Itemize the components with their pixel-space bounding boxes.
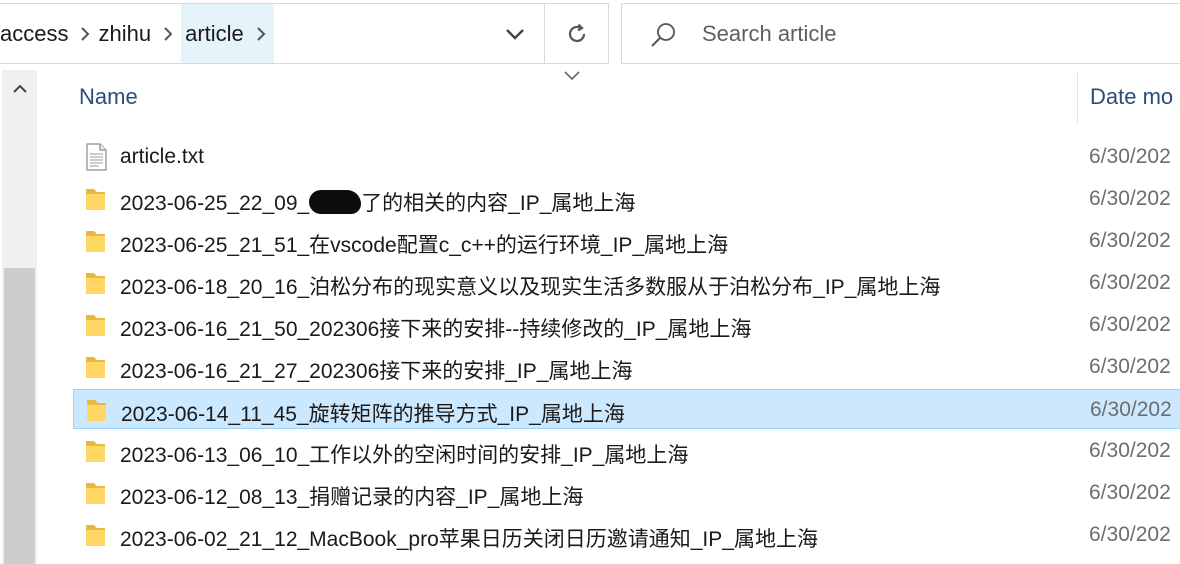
file-name: article.txt xyxy=(120,145,205,168)
search-input[interactable] xyxy=(702,16,1102,52)
file-date: 6/30/202 xyxy=(1089,355,1171,378)
chevron-right-icon[interactable] xyxy=(155,4,181,63)
redaction-mark xyxy=(309,190,362,214)
list-item[interactable]: 2023-06-16_21_50_202306接下来的安排--持续修改的_IP_… xyxy=(73,305,1180,345)
scroll-up-arrow-icon xyxy=(12,84,27,93)
file-name-prefix: 2023-06-25_22_09_ xyxy=(120,192,310,215)
folder-icon xyxy=(86,483,105,504)
file-name: 2023-06-25_22_09_ 了的相关的内容_IP_属地上海 xyxy=(120,187,635,217)
address-history-dropdown-button[interactable] xyxy=(486,4,544,63)
list-item[interactable]: 2023-06-13_06_10_工作以外的空闲时间的安排_IP_属地上海 6/… xyxy=(73,431,1180,471)
folder-icon xyxy=(86,315,105,336)
column-divider[interactable] xyxy=(1077,72,1078,124)
list-item[interactable]: article.txt 6/30/202 xyxy=(73,137,1180,177)
file-date: 6/30/202 xyxy=(1089,439,1171,462)
file-date: 6/30/202 xyxy=(1089,145,1171,168)
file-date: 6/30/202 xyxy=(1089,313,1171,336)
file-name: 2023-06-02_21_12_MacBook_pro苹果日历关闭日历邀请通知… xyxy=(120,528,818,551)
list-item[interactable]: 2023-06-12_08_13_捐赠记录的内容_IP_属地上海 6/30/20… xyxy=(73,473,1180,513)
breadcrumb-item-access[interactable]: access xyxy=(0,4,72,63)
folder-icon xyxy=(87,400,106,421)
breadcrumb-item-article[interactable]: article xyxy=(181,4,248,63)
file-name-suffix: 了的相关的内容_IP_属地上海 xyxy=(361,192,636,215)
file-name: 2023-06-18_20_16_泊松分布的现实意义以及现实生活多数服从于泊松分… xyxy=(120,276,941,299)
breadcrumb-item-zhihu[interactable]: zhihu xyxy=(98,4,155,63)
chevron-right-icon[interactable] xyxy=(247,4,274,63)
scroll-up-button[interactable] xyxy=(2,70,37,108)
file-name: 2023-06-25_21_51_在vscode配置c_c++的运行环境_IP_… xyxy=(120,234,729,257)
file-date: 6/30/202 xyxy=(1089,481,1171,504)
vertical-scrollbar[interactable] xyxy=(2,70,37,564)
file-name: 2023-06-13_06_10_工作以外的空闲时间的安排_IP_属地上海 xyxy=(120,444,689,467)
file-name: 2023-06-16_21_50_202306接下来的安排--持续修改的_IP_… xyxy=(120,318,752,341)
chevron-right-icon[interactable] xyxy=(72,4,98,63)
folder-icon xyxy=(86,231,105,252)
list-item[interactable]: 2023-06-25_21_51_在vscode配置c_c++的运行环境_IP_… xyxy=(73,221,1180,261)
text-file-icon xyxy=(86,143,107,171)
scroll-thumb[interactable] xyxy=(4,268,35,564)
file-date: 6/30/202 xyxy=(1090,398,1172,421)
list-item[interactable]: 2023-06-25_22_09_ 了的相关的内容_IP_属地上海 6/30/20… xyxy=(73,179,1180,219)
column-header-name[interactable]: Name xyxy=(79,84,138,110)
file-date: 6/30/202 xyxy=(1089,523,1171,546)
file-date: 6/30/202 xyxy=(1089,187,1171,210)
list-item-selected[interactable]: 2023-06-14_11_45_旋转矩阵的推导方式_IP_属地上海 6/30/… xyxy=(73,389,1180,429)
breadcrumb: access zhihu article xyxy=(0,4,274,63)
file-name: 2023-06-16_21_27_202306接下来的安排_IP_属地上海 xyxy=(120,360,633,383)
sort-chevron-icon xyxy=(564,71,580,81)
search-icon xyxy=(651,23,675,47)
list-item[interactable]: 2023-06-16_21_27_202306接下来的安排_IP_属地上海 6/… xyxy=(73,347,1180,387)
folder-icon xyxy=(86,273,105,294)
folder-icon xyxy=(86,525,105,546)
refresh-icon xyxy=(568,23,585,42)
chevron-down-icon xyxy=(506,28,524,40)
column-header-date-modified[interactable]: Date mo xyxy=(1090,84,1173,110)
scroll-track[interactable] xyxy=(2,108,37,268)
search-box[interactable] xyxy=(621,3,1180,64)
address-bar[interactable]: access zhihu article xyxy=(0,3,609,64)
list-item[interactable]: 2023-06-02_21_12_MacBook_pro苹果日历关闭日历邀请通知… xyxy=(73,515,1180,555)
folder-icon xyxy=(86,189,105,210)
list-item[interactable]: 2023-06-18_20_16_泊松分布的现实意义以及现实生活多数服从于泊松分… xyxy=(73,263,1180,303)
refresh-button[interactable] xyxy=(545,4,608,63)
file-name: 2023-06-12_08_13_捐赠记录的内容_IP_属地上海 xyxy=(120,486,584,509)
folder-icon xyxy=(86,441,105,462)
file-date: 6/30/202 xyxy=(1089,229,1171,252)
file-date: 6/30/202 xyxy=(1089,271,1171,294)
file-name: 2023-06-14_11_45_旋转矩阵的推导方式_IP_属地上海 xyxy=(121,403,625,426)
folder-icon xyxy=(86,357,105,378)
